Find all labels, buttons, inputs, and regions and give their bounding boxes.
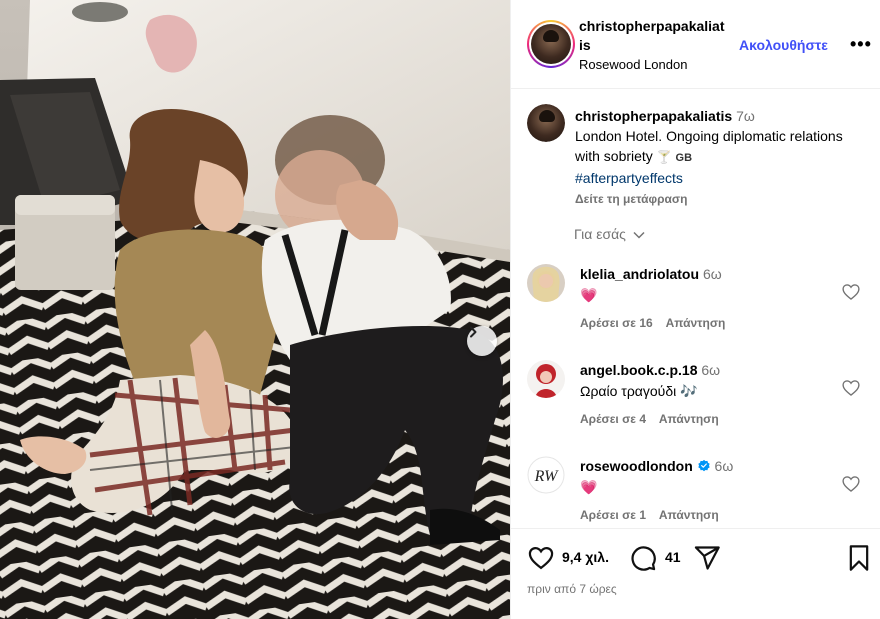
commenter-avatar[interactable] [527,360,565,398]
reply-button[interactable]: Απάντηση [659,508,719,522]
post-actions: 9,4 χιλ. 41 πριν από 7 ώρες [511,528,880,619]
post-photo [0,0,510,619]
gb-flag: GB [675,152,693,164]
likes-count[interactable]: 9,4 χιλ. [562,549,609,565]
more-icon: ••• [850,34,872,54]
author-username[interactable]: christopherpapakaliat is [579,17,729,55]
comment-icon[interactable] [629,544,657,572]
heart-icon[interactable] [841,474,861,494]
chevron-down-icon [633,231,645,239]
commenter-username[interactable]: klelia_andriolatou [580,266,699,282]
comment-text: 💗 [580,287,598,303]
commenter-avatar[interactable] [527,264,565,302]
author-avatar [531,24,571,64]
cocktail-emoji: 🍸 [656,150,672,164]
commenter-username[interactable]: angel.book.c.p.18 [580,362,697,378]
commenter-avatar[interactable]: RW [527,456,565,494]
follow-button[interactable]: Ακολουθήστε [739,37,828,53]
heart-icon[interactable] [527,544,555,572]
post-image [0,0,510,619]
caption-text: London Hotel. Ongoing diplomatic relatio… [575,128,843,164]
comment-time: 6ω [702,266,722,282]
comment-time: 6ω [701,362,721,378]
reply-button[interactable]: Απάντηση [659,412,719,426]
for-you-label: Για εσάς [574,226,626,242]
caption-username[interactable]: christopherpapakaliatis [575,108,732,124]
story-ring[interactable] [527,20,575,68]
heart-icon[interactable] [841,378,861,398]
comment-text: Ωραίο τραγούδι 🎶 [580,383,698,399]
svg-text:RW: RW [534,468,559,485]
chevron-right-icon [470,326,477,338]
comment-likes[interactable]: Αρέσει σε 4 [580,412,646,426]
post-location[interactable]: Rosewood London [579,57,687,73]
commenter-username[interactable]: rosewoodlondon [580,458,693,474]
hashtag-link[interactable]: #afterpartyeffects [575,170,683,186]
reply-button[interactable]: Απάντηση [666,316,726,330]
next-photo-button[interactable] [467,326,497,356]
comment-item: klelia_andriolatou 6ω 💗 Αρέσει σε 16 Απά… [527,264,867,344]
comment-text: 💗 [580,479,598,495]
see-translation-link[interactable]: Δείτε τη μετάφραση [575,192,687,206]
more-options-button[interactable]: ••• [850,34,872,55]
post-side-panel: christopherpapakaliat is Rosewood London… [510,0,880,619]
verified-icon [697,459,710,472]
share-icon[interactable] [693,544,721,572]
comment-likes[interactable]: Αρέσει σε 1 [580,508,646,522]
comment-item: angel.book.c.p.18 6ω Ωραίο τραγούδι 🎶 Αρ… [527,360,867,440]
comments-count[interactable]: 41 [665,549,681,565]
caption-avatar[interactable] [527,104,565,142]
post-header: christopherpapakaliat is Rosewood London… [511,0,880,89]
comment-likes[interactable]: Αρέσει σε 16 [580,316,653,330]
for-you-dropdown[interactable]: Για εσάς [574,226,645,242]
heart-icon[interactable] [841,282,861,302]
comment-item: RW rosewoodlondon 6ω 💗 Αρέσει σε 1 Απάντ… [527,456,867,536]
bookmark-icon[interactable] [847,544,871,572]
caption-time: 7ω [736,108,755,124]
post-time-ago: πριν από 7 ώρες [527,582,617,596]
comment-time: 6ω [714,458,734,474]
